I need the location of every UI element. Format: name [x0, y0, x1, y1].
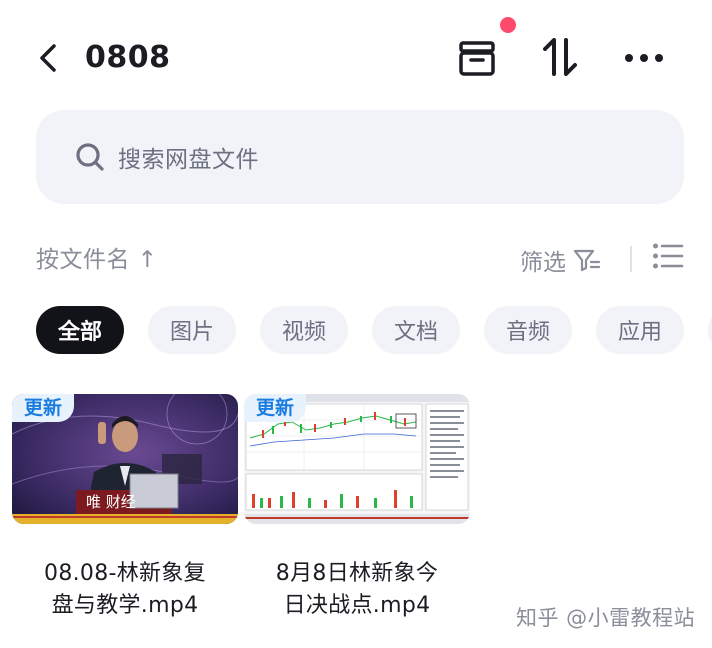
- sort-filter-bar: 按文件名 ↑ 筛选: [36, 238, 686, 282]
- file-name-line: 8月8日林新象今: [275, 561, 439, 586]
- thumbnail-caption: 唯 财经: [86, 493, 136, 511]
- search-bar[interactable]: 搜索网盘文件: [36, 110, 684, 204]
- back-button[interactable]: [30, 38, 66, 78]
- file-name: 08.08-林新象复 盘与教学.mp4: [2, 558, 248, 622]
- filter-icon: [573, 249, 601, 272]
- notification-badge: [500, 17, 516, 33]
- chip-apps[interactable]: 应用: [596, 306, 684, 354]
- update-badge: 更新: [244, 394, 307, 422]
- chip-videos[interactable]: 视频: [260, 306, 348, 354]
- sort-arrows-icon: [543, 38, 577, 76]
- more-horizontal-icon: [625, 54, 663, 62]
- file-name: 8月8日林新象今 日决战点.mp4: [234, 558, 480, 622]
- filter-label: 筛选: [520, 250, 566, 276]
- archive-button[interactable]: [452, 36, 502, 82]
- chevron-left-icon: [40, 44, 56, 72]
- list-view-button[interactable]: [652, 242, 688, 278]
- video-thumbnail: 唯 财经 更新: [12, 394, 238, 524]
- chip-documents[interactable]: 文档: [372, 306, 460, 354]
- file-name-line: 盘与教学.mp4: [51, 593, 199, 618]
- sort-button[interactable]: [536, 33, 584, 81]
- chip-images[interactable]: 图片: [148, 306, 236, 354]
- watermark: 知乎 @小雷教程站: [516, 606, 696, 630]
- page-title: 0808: [85, 40, 171, 75]
- divider: [630, 246, 632, 272]
- search-placeholder: 搜索网盘文件: [118, 147, 259, 173]
- file-name-line: 日决战点.mp4: [283, 593, 431, 618]
- list-view-icon: [653, 243, 684, 269]
- video-thumbnail: 更新: [244, 394, 470, 524]
- chip-audio[interactable]: 音频: [484, 306, 572, 354]
- sort-by-name-button[interactable]: 按文件名 ↑: [36, 242, 158, 278]
- more-button[interactable]: [620, 36, 668, 80]
- search-icon: [76, 143, 104, 171]
- archive-box-icon: [459, 41, 495, 76]
- update-badge: 更新: [12, 394, 75, 422]
- top-bar: 0808: [0, 0, 712, 110]
- filter-button[interactable]: 筛选: [520, 242, 602, 278]
- category-tabs: 全部 图片 视频 文档 音频 应用: [36, 306, 712, 356]
- chip-all[interactable]: 全部: [36, 306, 124, 354]
- chip-overflow[interactable]: [708, 306, 712, 354]
- file-name-line: 08.08-林新象复: [44, 561, 206, 586]
